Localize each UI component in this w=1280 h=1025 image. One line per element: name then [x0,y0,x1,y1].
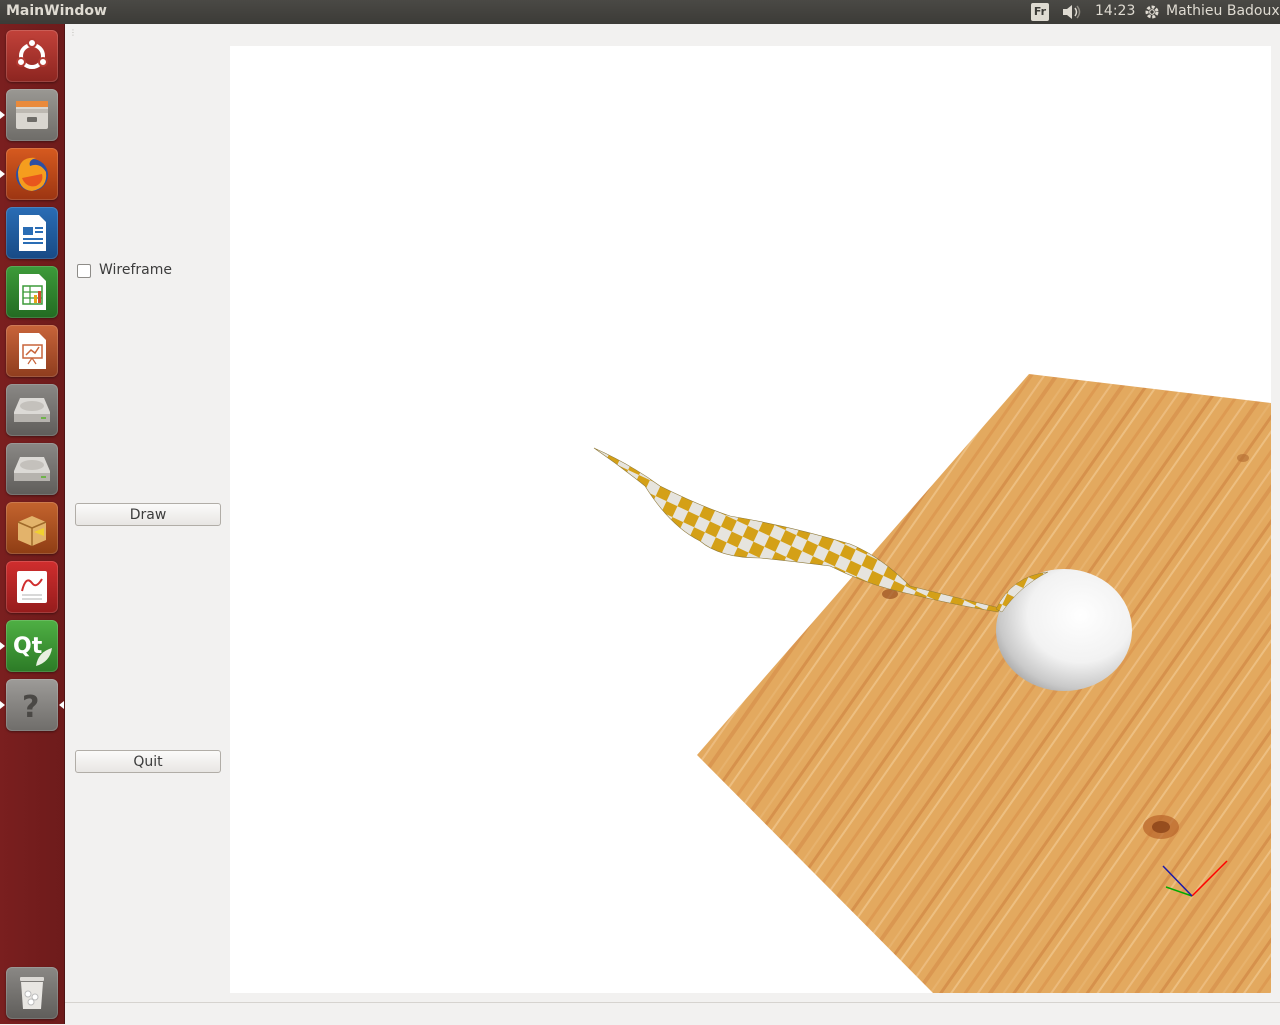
draw-button[interactable]: Draw [75,503,221,526]
running-indicator [0,642,5,650]
running-indicator [0,701,5,709]
trash-icon[interactable] [6,967,58,1019]
files-icon[interactable] [6,89,58,141]
ubuntu-dash-icon[interactable] [6,30,58,82]
focused-indicator [59,701,64,709]
window-title: MainWindow [6,3,107,19]
drive-icon[interactable] [6,384,58,436]
libreoffice-impress-icon[interactable] [6,325,58,377]
toolbar-grip[interactable]: ⋮ [69,28,77,37]
svg-text:Qt: Qt [13,634,43,659]
top-panel: MainWindow Fr 14:23 Mathieu Badoux [0,0,1280,24]
gl-viewport[interactable] [230,46,1271,993]
keyboard-layout-indicator[interactable]: Fr [1031,3,1049,21]
wireframe-label[interactable]: Wireframe [99,262,172,278]
running-indicator [0,170,5,178]
libreoffice-writer-icon[interactable] [6,207,58,259]
qt-creator-icon[interactable]: Qt [6,620,58,672]
wood-plane [697,374,1271,993]
user-name[interactable]: Mathieu Badoux [1166,3,1280,19]
quit-button[interactable]: Quit [75,750,221,773]
unknown-app-icon[interactable]: ? [6,679,58,731]
wireframe-checkbox-box[interactable] [77,264,91,278]
running-indicator [0,111,5,119]
launcher: Qt ? [0,24,65,1024]
document-viewer-icon[interactable] [6,561,58,613]
wood-knot [1237,454,1249,462]
wood-knot [1152,821,1170,833]
svg-text:?: ? [22,690,39,725]
clock[interactable]: 14:23 [1095,3,1135,19]
main-window: ⋮ Wireframe Draw Quit [65,24,1280,1025]
status-bar [65,1002,1280,1025]
drive-icon[interactable] [6,443,58,495]
gear-icon[interactable] [1143,3,1161,21]
libreoffice-calc-icon[interactable] [6,266,58,318]
sound-icon[interactable] [1061,3,1083,21]
firefox-icon[interactable] [6,148,58,200]
software-center-icon[interactable] [6,502,58,554]
